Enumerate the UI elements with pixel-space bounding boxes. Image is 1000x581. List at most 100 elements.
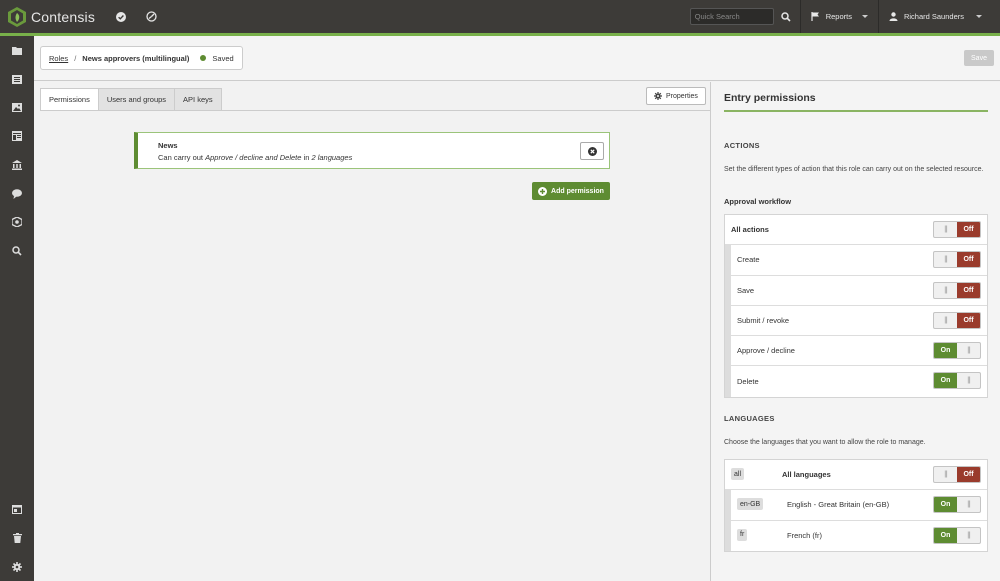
language-code-badge: fr: [737, 528, 748, 541]
dashboard-icon[interactable]: [143, 9, 159, 25]
main-panel: Permissions Users and groups API keys Pr…: [34, 82, 710, 581]
toggle-state: Off: [957, 282, 980, 298]
fr-toggle[interactable]: On |||: [933, 526, 981, 544]
permission-desc-prefix: Can carry out: [158, 153, 206, 162]
delete-toggle[interactable]: On |||: [933, 372, 981, 390]
chevron-down-icon: [976, 15, 982, 18]
quick-search-input[interactable]: [689, 8, 774, 25]
actions-heading: ACTIONS: [724, 141, 760, 150]
permission-title: News: [158, 141, 178, 150]
permission-description: Can carry out Approve / decline and Dele…: [158, 153, 352, 162]
brand[interactable]: Contensis: [8, 6, 95, 27]
approve-decline-toggle[interactable]: On |||: [933, 342, 981, 360]
action-label: Save: [737, 285, 755, 295]
search-icon[interactable]: [778, 9, 794, 25]
language-label: English - Great Britain (en-GB): [787, 500, 890, 510]
save-toggle[interactable]: ||| Off: [933, 281, 981, 299]
remove-permission-button[interactable]: [580, 142, 604, 160]
permission-desc-middle: in: [301, 153, 312, 162]
page-title: News approvers (multilingual): [82, 53, 190, 63]
languages-list: all All languages ||| Off en-GB English …: [724, 459, 988, 552]
reports-menu[interactable]: Reports: [801, 0, 878, 33]
toggle-grip: |||: [944, 226, 948, 233]
top-bar: Contensis Reports Richard Saunders: [0, 0, 1000, 33]
permission-desc-langs: 2 languages: [311, 153, 353, 162]
block-icon[interactable]: [0, 208, 34, 236]
permission-card[interactable]: News Can carry out Approve / decline and…: [134, 132, 610, 169]
breadcrumb: Roles / News approvers (multilingual) Sa…: [40, 46, 243, 70]
tab-users-and-groups[interactable]: Users and groups: [97, 88, 176, 111]
page-header: Roles / News approvers (multilingual) Sa…: [34, 36, 1000, 81]
breadcrumb-separator: /: [74, 53, 77, 63]
toggle-state: On: [934, 527, 957, 543]
panel-title-rule: [724, 110, 988, 112]
toggle-state: On: [934, 497, 957, 513]
breadcrumb-roles-link[interactable]: Roles: [49, 54, 68, 63]
toggle-grip: |||: [967, 531, 971, 539]
all-languages-toggle[interactable]: ||| Off: [933, 466, 981, 483]
languages-heading: LANGUAGES: [724, 414, 775, 423]
tab-api-keys[interactable]: API keys: [174, 88, 222, 111]
search-icon[interactable]: [0, 237, 34, 265]
en-gb-toggle[interactable]: On |||: [933, 496, 981, 514]
toggle-grip: |||: [944, 286, 948, 294]
contensis-logo-icon: [8, 6, 26, 27]
folder-icon[interactable]: [0, 36, 34, 64]
browser-window-icon[interactable]: [0, 495, 34, 523]
toggle-grip: |||: [967, 347, 971, 355]
flag-icon: [811, 12, 819, 21]
properties-label: Properties: [666, 92, 698, 100]
add-permission-label: Add permission: [551, 187, 604, 195]
list-item: Save ||| Off: [725, 275, 987, 306]
approval-workflow-label: Approval workflow: [724, 197, 792, 206]
list-item: All actions ||| Off: [725, 215, 987, 246]
gear-icon: [654, 92, 662, 100]
languages-description: Choose the languages that you want to al…: [724, 439, 926, 446]
top-bar-right: Reports Richard Saunders: [689, 0, 1000, 33]
gear-icon[interactable]: [0, 553, 34, 581]
toggle-grip: |||: [967, 377, 971, 385]
list-item: Delete On |||: [725, 366, 987, 397]
submit-revoke-toggle[interactable]: ||| Off: [933, 311, 981, 329]
create-toggle[interactable]: ||| Off: [933, 251, 981, 269]
language-label: French (fr): [787, 531, 823, 541]
toggle-state: On: [934, 373, 957, 389]
toggle-grip: |||: [944, 316, 948, 324]
action-label: Submit / revoke: [737, 316, 790, 326]
save-button[interactable]: Save: [964, 50, 994, 66]
reports-label: Reports: [825, 12, 852, 21]
toggle-state: On: [934, 343, 957, 359]
sidebar: [0, 36, 34, 581]
tasks-icon[interactable]: [113, 9, 129, 25]
toggle-state: Off: [957, 222, 980, 237]
tab-bar: Permissions Users and groups API keys: [40, 88, 222, 111]
user-name: Richard Saunders: [903, 12, 964, 21]
trash-icon[interactable]: [0, 524, 34, 552]
list-item: Approve / decline On |||: [725, 336, 987, 367]
list-item: en-GB English - Great Britain (en-GB) On…: [725, 490, 987, 521]
list-item: Create ||| Off: [725, 245, 987, 276]
action-label: Delete: [737, 377, 759, 387]
list-item: Submit / revoke ||| Off: [725, 305, 987, 337]
comment-icon[interactable]: [0, 180, 34, 208]
user-menu[interactable]: Richard Saunders: [879, 0, 1000, 33]
layout-icon[interactable]: [0, 122, 34, 150]
tab-permissions[interactable]: Permissions: [40, 88, 99, 111]
image-icon[interactable]: [0, 93, 34, 121]
properties-button[interactable]: Properties: [646, 87, 706, 105]
add-permission-button[interactable]: Add permission: [532, 182, 610, 200]
close-icon: [587, 146, 597, 156]
actions-description: Set the different types of action that t…: [724, 166, 984, 173]
list-item: all All languages ||| Off: [725, 460, 987, 491]
entry-permissions-panel: Entry permissions ACTIONS Set the differ…: [710, 82, 1000, 581]
all-actions-toggle[interactable]: ||| Off: [933, 221, 981, 238]
chevron-down-icon: [861, 15, 868, 18]
entries-icon[interactable]: [0, 65, 34, 93]
action-label: Approve / decline: [737, 346, 795, 356]
toggle-state: Off: [957, 467, 980, 482]
plus-icon: [538, 186, 548, 196]
institution-icon[interactable]: [0, 151, 34, 179]
action-label: Create: [737, 255, 760, 265]
toggle-state: Off: [957, 252, 980, 268]
language-label: All languages: [782, 470, 831, 480]
